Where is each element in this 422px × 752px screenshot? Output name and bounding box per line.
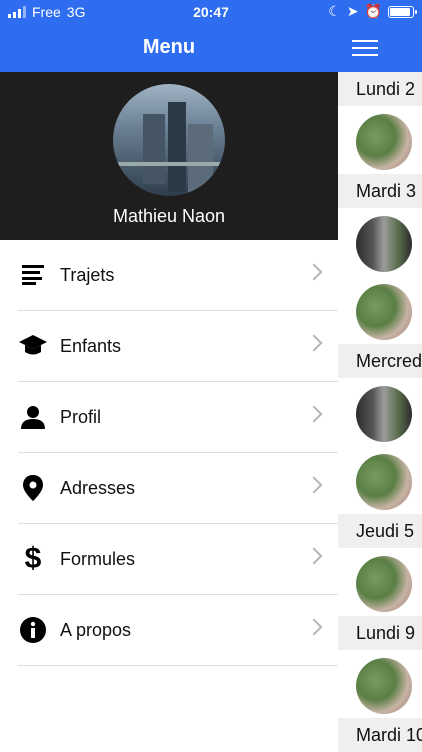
- menu-item-label: A propos: [60, 619, 132, 640]
- menu-item-adresses[interactable]: Adresses: [18, 453, 338, 524]
- day-header: Mardi 3: [338, 174, 422, 208]
- chevron-right-icon: [305, 476, 323, 494]
- dollar-icon: $: [24, 542, 42, 575]
- status-right: ☾ ➤ ⏰: [328, 3, 417, 20]
- event-thumbnail: [356, 284, 412, 340]
- side-drawer: Menu Mathieu Naon Trajets Enfants Profil…: [0, 0, 338, 750]
- battery-icon: [388, 5, 417, 18]
- day-header: Mercredi: [338, 344, 422, 378]
- event-item[interactable]: [338, 378, 422, 446]
- event-thumbnail: [356, 454, 412, 510]
- battery-fill: [390, 7, 411, 16]
- menu-item-formules[interactable]: $ Formules: [18, 524, 338, 595]
- event-item[interactable]: [338, 650, 422, 718]
- avatar[interactable]: [113, 84, 225, 196]
- event-thumbnail: [356, 556, 412, 612]
- menu-item-a-propos[interactable]: A propos: [18, 595, 338, 666]
- menu-item-label: Adresses: [60, 477, 136, 498]
- user-icon: [18, 402, 48, 432]
- hamburger-menu-icon[interactable]: [352, 40, 378, 56]
- status-bar: Free 3G 20:47 ☾ ➤ ⏰: [0, 0, 422, 24]
- event-item[interactable]: [338, 446, 422, 514]
- menu-item-enfants[interactable]: Enfants: [18, 311, 338, 382]
- calendar-list: Lundi 2 Mardi 3 Mercredi Jeudi 5 Lundi 9…: [338, 72, 422, 752]
- event-item[interactable]: [338, 276, 422, 344]
- profile-section: Mathieu Naon: [0, 72, 338, 240]
- moon-icon: ☾: [328, 3, 341, 19]
- calendar-view: Lundi 2 Mardi 3 Mercredi Jeudi 5 Lundi 9…: [338, 0, 422, 752]
- menu-item-profil[interactable]: Profil: [18, 382, 338, 453]
- map-pin-icon: [18, 473, 48, 503]
- drawer-menu: Trajets Enfants Profil Adresses $ Formul…: [0, 240, 338, 666]
- alarm-icon: ⏰: [364, 3, 382, 19]
- event-thumbnail: [356, 114, 412, 170]
- user-name: Mathieu Naon: [112, 206, 226, 226]
- menu-item-label: Profil: [60, 406, 102, 427]
- menu-item-label: Trajets: [60, 264, 115, 285]
- chevron-right-icon: [305, 263, 323, 281]
- event-thumbnail: [356, 386, 412, 442]
- day-header: Lundi 9: [338, 616, 422, 650]
- chevron-right-icon: [305, 405, 323, 423]
- day-header: Jeudi 5: [338, 514, 422, 548]
- day-header: Lundi 2: [338, 72, 422, 106]
- event-thumbnail: [356, 658, 412, 714]
- list-icon: [18, 260, 48, 290]
- menu-item-label: Enfants: [60, 335, 122, 356]
- event-item[interactable]: [338, 548, 422, 616]
- info-icon: [18, 615, 48, 645]
- event-thumbnail: [356, 216, 412, 272]
- event-item[interactable]: [338, 208, 422, 276]
- drawer-title: Menu: [142, 36, 196, 58]
- location-arrow-icon: ➤: [346, 3, 359, 19]
- graduation-cap-icon: [18, 331, 48, 361]
- chevron-right-icon: [305, 618, 323, 636]
- event-item[interactable]: [338, 106, 422, 174]
- menu-item-trajets[interactable]: Trajets: [18, 240, 338, 311]
- menu-item-label: Formules: [60, 548, 136, 569]
- chevron-right-icon: [305, 547, 323, 565]
- chevron-right-icon: [305, 334, 323, 352]
- day-header: Mardi 10: [338, 718, 422, 752]
